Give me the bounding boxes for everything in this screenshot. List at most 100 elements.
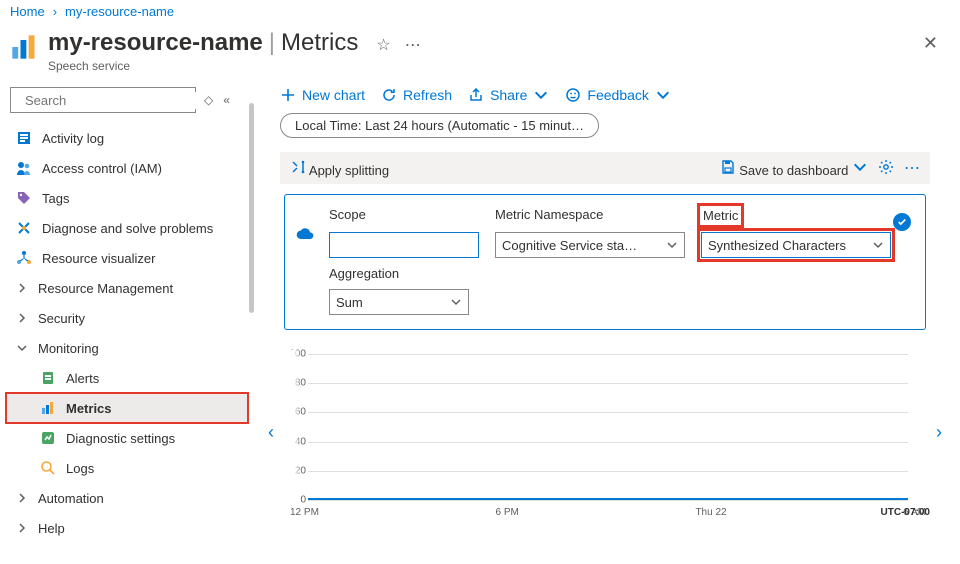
refresh-button[interactable]: Refresh (381, 87, 452, 103)
chevron-right-icon (16, 282, 28, 294)
sidebar-filter-icon[interactable]: ◇ (204, 93, 213, 107)
sidebar-section-security[interactable]: Security (6, 303, 248, 333)
more-ellipsis-icon[interactable]: ⋯ (904, 158, 920, 178)
metrics-toolbar: New chart Refresh Share Feedback (280, 83, 960, 113)
favorite-star-icon[interactable]: ☆ (376, 35, 390, 55)
sidebar-section-label: Resource Management (38, 281, 173, 296)
sidebar-collapse-icon[interactable]: « (223, 93, 230, 107)
settings-gear-icon[interactable] (878, 159, 894, 178)
sidebar-search[interactable] (10, 87, 196, 113)
chevron-down-icon (450, 296, 462, 308)
activity-log-icon (16, 130, 32, 146)
feedback-label: Feedback (587, 87, 648, 103)
chevron-down-icon (16, 342, 28, 354)
feedback-icon (565, 87, 581, 103)
sidebar-item-tags[interactable]: Tags (6, 183, 248, 213)
feedback-button[interactable]: Feedback (565, 87, 670, 103)
apply-splitting-label: Apply splitting (309, 163, 389, 178)
split-icon (290, 159, 306, 175)
diagnose-icon (16, 220, 32, 236)
cloud-icon (295, 227, 315, 241)
chart-prev-icon[interactable]: ‹ (268, 422, 274, 443)
time-range-label: Local Time: Last 24 hours (Automatic - 1… (295, 118, 584, 133)
chart-timezone: UTC-07:00 (881, 507, 930, 518)
save-icon (720, 159, 736, 175)
aggregation-select[interactable]: Sum (329, 289, 469, 315)
sidebar-section-label: Security (38, 311, 85, 326)
access-control-icon (16, 160, 32, 176)
new-chart-label: New chart (302, 87, 365, 103)
chart-xtick: 12 PM (290, 507, 319, 518)
sidebar-item-alerts[interactable]: Alerts (6, 363, 248, 393)
refresh-icon (381, 87, 397, 103)
metrics-chart: ‹ › 02040608010012 PM6 PMThu 226 AM UTC-… (280, 350, 930, 530)
resource-type-label: Speech service (48, 59, 421, 73)
breadcrumb-resource[interactable]: my-resource-name (65, 4, 174, 19)
metric-value: Synthesized Characters (708, 238, 846, 253)
sidebar-section-label: Automation (38, 491, 104, 506)
page-title: my-resource-name (48, 29, 263, 57)
chart-gridline (308, 354, 908, 355)
confirm-check-icon[interactable] (893, 213, 911, 231)
sidebar-section-resource-mgmt[interactable]: Resource Management (6, 273, 248, 303)
sidebar-item-activity-log[interactable]: Activity log (6, 123, 248, 153)
time-range-pill[interactable]: Local Time: Last 24 hours (Automatic - 1… (280, 113, 599, 138)
chevron-right-icon (16, 312, 28, 324)
sidebar-item-resource-visualizer[interactable]: Resource visualizer (6, 243, 248, 273)
chart-edge-fade (908, 350, 930, 496)
refresh-label: Refresh (403, 87, 452, 103)
metric-select[interactable]: Synthesized Characters (701, 232, 891, 258)
save-to-dashboard-button[interactable]: Save to dashboard (720, 159, 868, 178)
chart-next-icon[interactable]: › (936, 422, 942, 443)
chart-gridline (308, 383, 908, 384)
sidebar-item-label: Tags (42, 191, 69, 206)
new-chart-button[interactable]: New chart (280, 87, 365, 103)
sidebar-section-label: Monitoring (38, 341, 99, 356)
chart-gridline (308, 500, 908, 501)
chart-xtick: 6 PM (496, 507, 519, 518)
metric-selector-card: Scope Metric Namespace Metric Cognitive … (284, 194, 926, 330)
sidebar-section-monitoring[interactable]: Monitoring (6, 333, 248, 363)
namespace-value: Cognitive Service sta… (502, 238, 637, 253)
sidebar-item-diagnostic-settings[interactable]: Diagnostic settings (6, 423, 248, 453)
sidebar-item-access-control[interactable]: Access control (IAM) (6, 153, 248, 183)
chevron-right-icon (16, 522, 28, 534)
sidebar-section-label: Help (38, 521, 65, 536)
chevron-down-icon (872, 239, 884, 251)
share-icon (468, 87, 484, 103)
resource-visualizer-icon (16, 250, 32, 266)
save-label: Save to dashboard (739, 163, 848, 178)
sidebar-item-diagnose[interactable]: Diagnose and solve problems (6, 213, 248, 243)
apply-splitting-button[interactable]: Apply splitting (290, 159, 389, 178)
chevron-down-icon (655, 87, 671, 103)
sidebar-section-help[interactable]: Help (6, 513, 248, 543)
sidebar: ◇ « Activity log Access control (IAM) Ta… (0, 83, 248, 564)
sidebar-scrollbar[interactable] (248, 83, 256, 564)
title-divider: | (269, 29, 275, 57)
tags-icon (16, 190, 32, 206)
breadcrumb-sep: › (53, 4, 57, 19)
metrics-icon (40, 400, 56, 416)
breadcrumb: Home › my-resource-name (0, 0, 960, 25)
share-button[interactable]: Share (468, 87, 549, 103)
plus-icon (280, 87, 296, 103)
chart-series-line (308, 498, 908, 500)
main-pane: New chart Refresh Share Feedback Local T… (256, 83, 960, 564)
namespace-select[interactable]: Cognitive Service sta… (495, 232, 685, 258)
breadcrumb-home[interactable]: Home (10, 4, 45, 19)
more-ellipsis-icon[interactable]: ⋯ (405, 35, 421, 55)
diagnostic-settings-icon (40, 430, 56, 446)
sidebar-item-metrics[interactable]: Metrics (6, 393, 248, 423)
metrics-hero-icon (10, 33, 38, 61)
close-icon[interactable]: ✕ (917, 29, 944, 58)
sidebar-section-automation[interactable]: Automation (6, 483, 248, 513)
sidebar-item-label: Diagnostic settings (66, 431, 175, 446)
sidebar-search-input[interactable] (23, 92, 203, 109)
aggregation-label: Aggregation (329, 266, 479, 281)
sidebar-item-label: Metrics (66, 401, 112, 416)
sidebar-item-label: Access control (IAM) (42, 161, 162, 176)
sidebar-item-logs[interactable]: Logs (6, 453, 248, 483)
chart-xtick: Thu 22 (695, 507, 726, 518)
scope-label: Scope (329, 207, 479, 224)
scope-input[interactable] (329, 232, 479, 258)
